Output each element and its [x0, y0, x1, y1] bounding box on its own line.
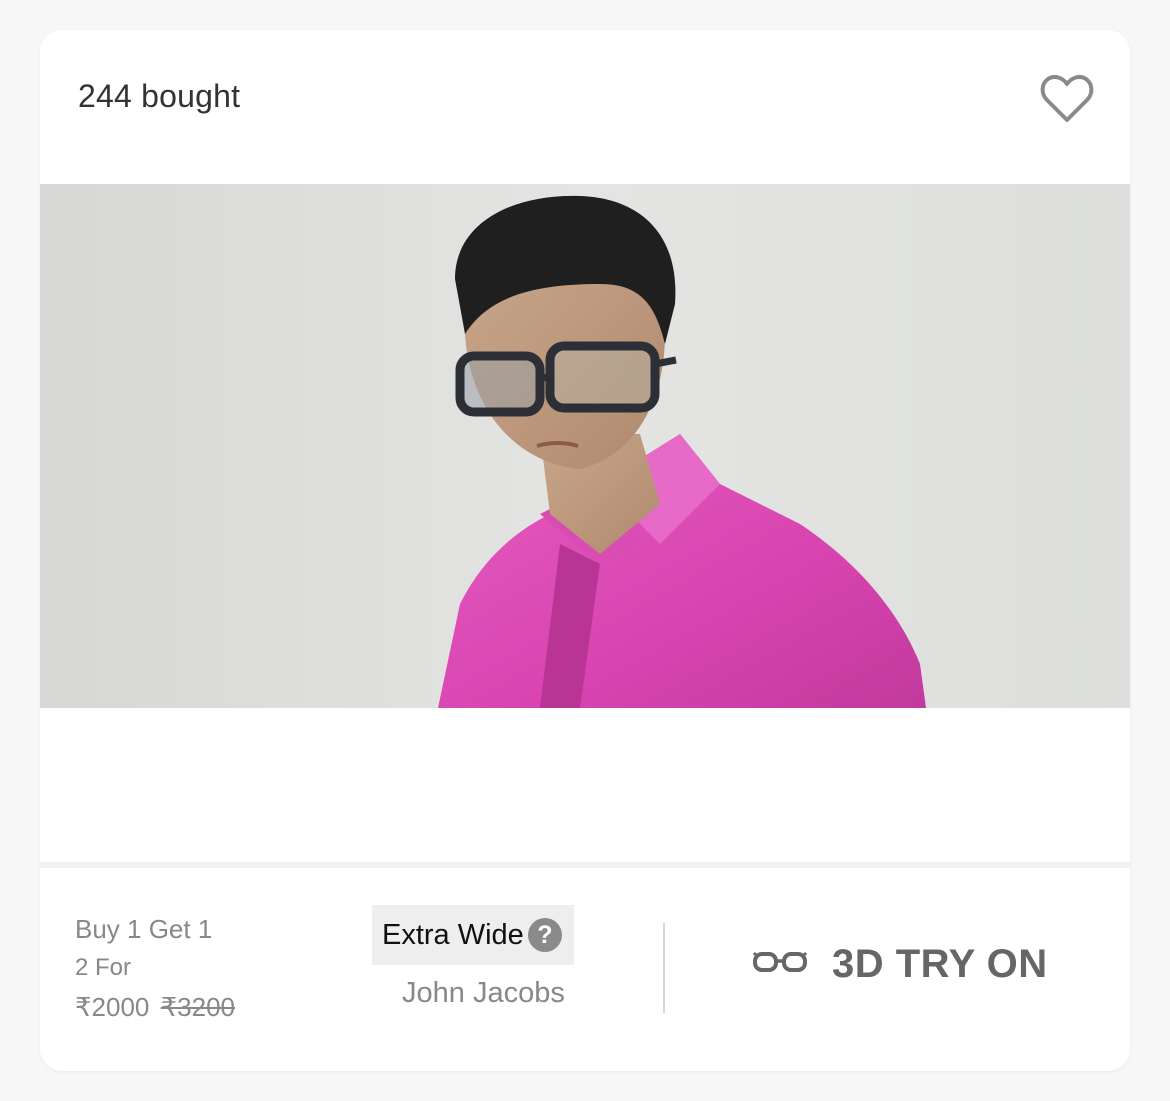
3d-try-on-button[interactable]: 3D TRY ON	[752, 942, 1048, 987]
glasses-icon	[752, 948, 808, 981]
product-card[interactable]: 244 bought Buy 1 Get 1 2 For ₹2000 ₹3200…	[40, 30, 1130, 1071]
bought-count: 244 bought	[78, 78, 241, 114]
brand-name: John Jacobs	[402, 977, 565, 1009]
original-price: ₹3200	[160, 992, 236, 1022]
section-divider	[40, 862, 1130, 868]
frame-size-label: Extra Wide	[382, 918, 524, 951]
price-row: ₹2000 ₹3200	[75, 992, 235, 1023]
offer-sublabel: 2 For	[75, 954, 132, 981]
try-on-label: 3D TRY ON	[832, 942, 1048, 986]
heart-icon[interactable]	[1038, 70, 1096, 128]
vertical-divider	[663, 923, 665, 1013]
offer-price: ₹2000	[75, 992, 150, 1022]
frame-size-badge: Extra Wide ?	[372, 905, 574, 965]
help-icon[interactable]: ?	[527, 918, 562, 952]
offer-label: Buy 1 Get 1	[75, 914, 213, 944]
product-image[interactable]	[40, 184, 1130, 708]
